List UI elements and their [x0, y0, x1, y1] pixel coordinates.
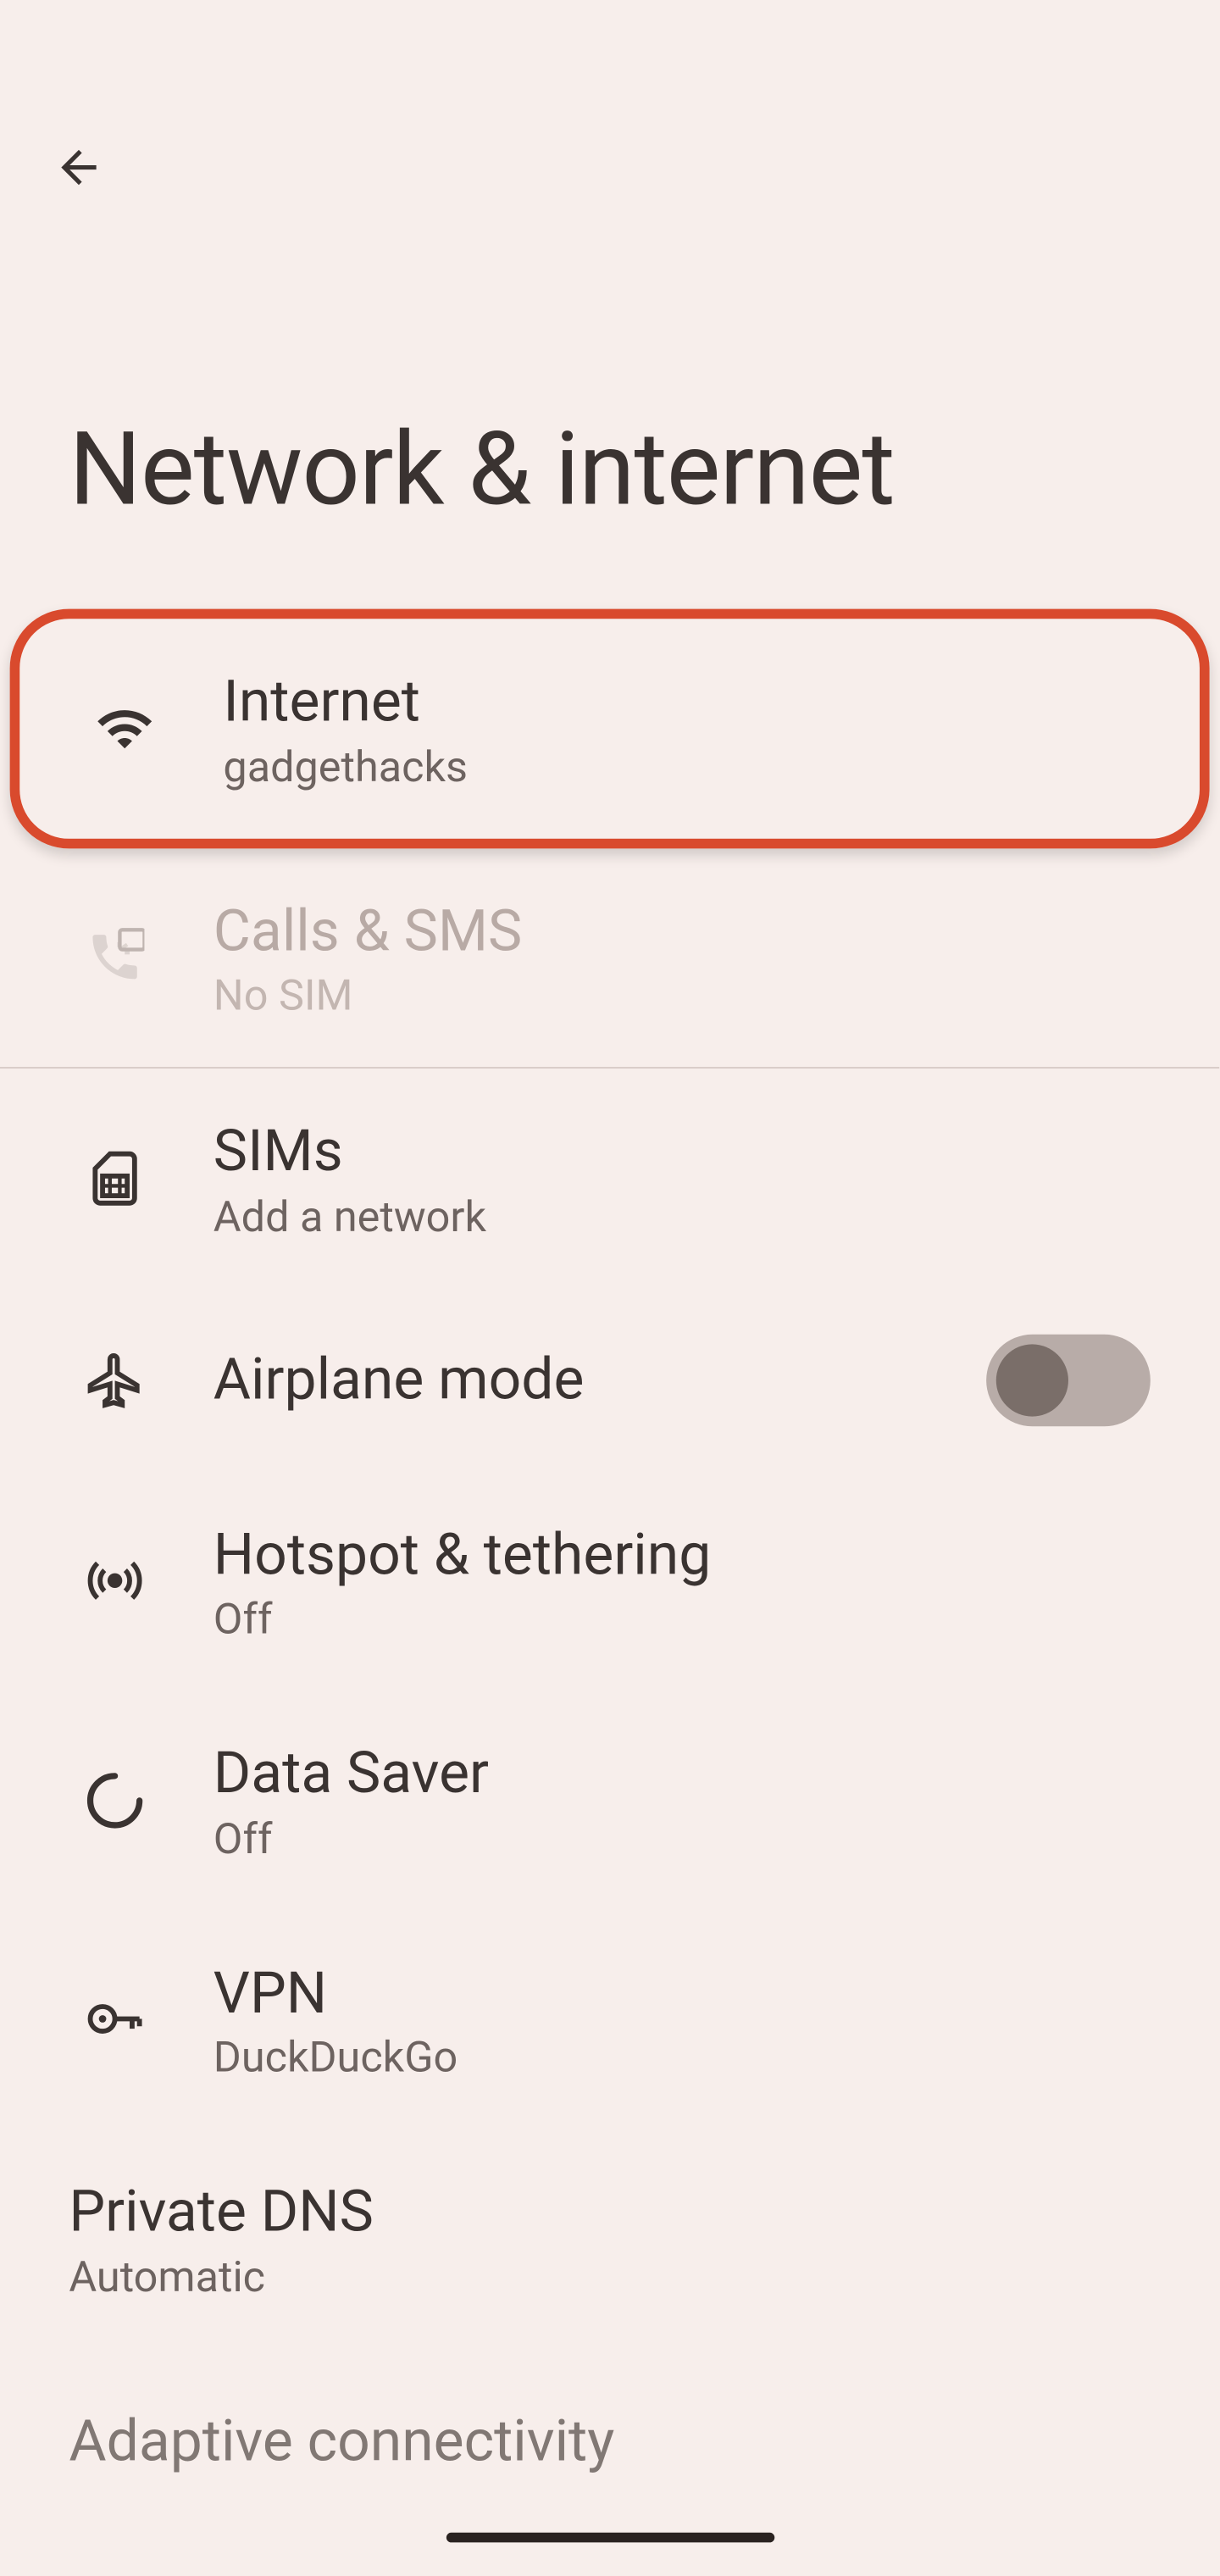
item-adaptive-connectivity[interactable]: Adaptive connectivity [0, 2348, 1219, 2474]
item-subtitle: No SIM [214, 972, 1151, 1021]
item-calls-sms: Calls & SMS No SIM [0, 847, 1219, 1067]
item-subtitle: Off [214, 1596, 1151, 1645]
settings-list: Internet gadgethacks Calls & SMS No SIM … [0, 609, 1219, 2474]
airplane-icon [69, 1334, 160, 1425]
item-text: Private DNS Automatic [69, 2175, 1150, 2302]
item-subtitle: Automatic [69, 2253, 1150, 2302]
vpn-icon [69, 1974, 160, 2065]
item-title: Hotspot & tethering [214, 1518, 1151, 1592]
item-subtitle: DuckDuckGo [214, 2034, 1151, 2083]
item-title: SIMs [214, 1114, 1151, 1189]
datasaver-icon [69, 1754, 160, 1846]
item-subtitle: Add a network [214, 1192, 1151, 1241]
item-private-dns[interactable]: Private DNS Automatic [0, 2129, 1219, 2348]
item-title: Data Saver [214, 1736, 1151, 1811]
item-text: Calls & SMS No SIM [214, 894, 1151, 1021]
item-text: Internet gadgethacks [223, 664, 1140, 791]
page-title: Network & internet [0, 164, 1219, 609]
wifi-icon [79, 682, 170, 774]
item-text: Airplane mode [214, 1342, 960, 1417]
item-title: Calls & SMS [214, 894, 1151, 969]
item-title: Internet [223, 664, 1140, 739]
item-title: VPN [214, 1956, 1151, 2030]
sim-icon [69, 1132, 160, 1224]
item-internet[interactable]: Internet gadgethacks [10, 609, 1210, 848]
item-text: Data Saver Off [214, 1736, 1151, 1863]
header [0, 0, 1219, 164]
item-title: Private DNS [69, 2175, 1150, 2250]
item-text: Hotspot & tethering Off [214, 1518, 1151, 1645]
item-text: VPN DuckDuckGo [214, 1956, 1151, 2083]
item-subtitle: gadgethacks [223, 742, 1140, 791]
home-indicator[interactable] [446, 2533, 774, 2543]
item-title: Adaptive connectivity [69, 2407, 614, 2474]
item-data-saver[interactable]: Data Saver Off [0, 1690, 1219, 1910]
item-hotspot[interactable]: Hotspot & tethering Off [0, 1472, 1219, 1691]
hotspot-icon [69, 1535, 160, 1627]
item-airplane-mode[interactable]: Airplane mode [0, 1288, 1219, 1472]
item-subtitle: Off [214, 1814, 1151, 1863]
phone-sms-icon [69, 912, 160, 1003]
toggle-knob [996, 1343, 1068, 1415]
item-vpn[interactable]: VPN DuckDuckGo [0, 1910, 1219, 2129]
airplane-toggle[interactable] [986, 1334, 1151, 1425]
item-sims[interactable]: SIMs Add a network [0, 1069, 1219, 1288]
item-title: Airplane mode [214, 1342, 960, 1417]
item-text: SIMs Add a network [214, 1114, 1151, 1241]
